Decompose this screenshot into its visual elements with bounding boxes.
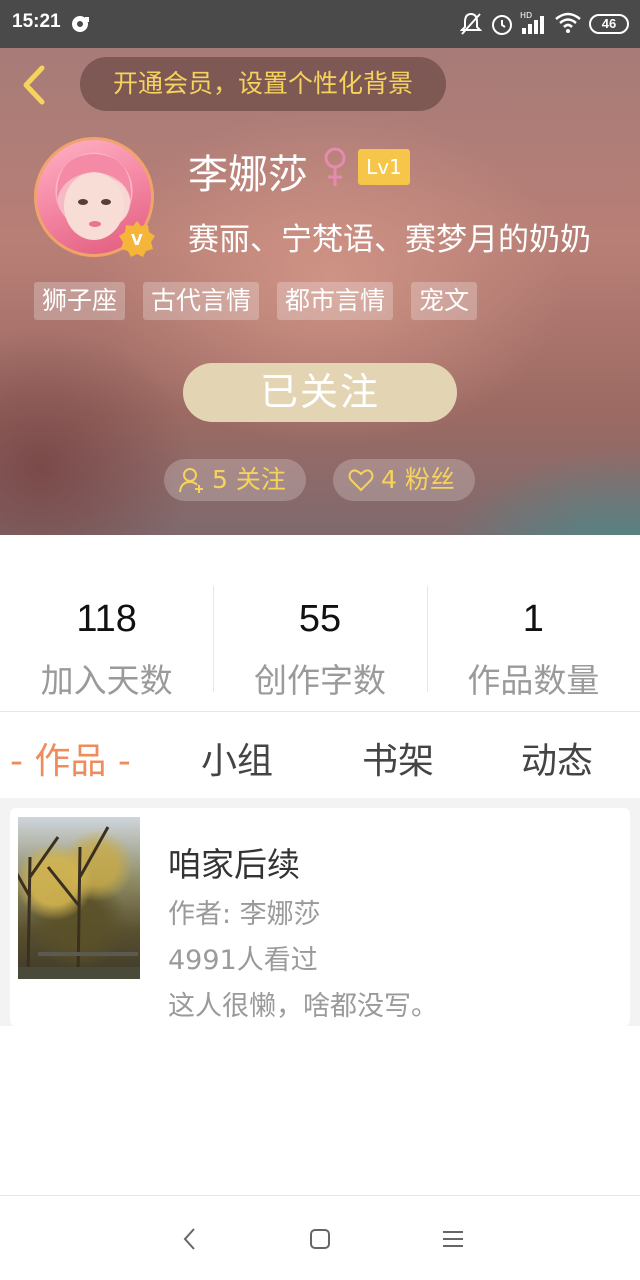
signature: 赛丽、宁梵语、赛梦月的奶奶	[188, 222, 591, 258]
profile-header: 开通会员，设置个性化背景 V 李娜莎 Lv1 赛丽、宁梵语、赛梦月的奶奶 狮子座…	[0, 48, 640, 535]
profile-stats: 118 加入天数 55 创作字数 1 作品数量	[0, 586, 640, 700]
fans-count-label: 4 粉丝	[381, 465, 455, 494]
tag-list: 狮子座 古代言情 都市言情 宠文	[34, 282, 478, 320]
vip-upgrade-banner[interactable]: 开通会员，设置个性化背景	[80, 57, 446, 111]
mute-icon	[460, 12, 482, 35]
status-bar: 15:21 HD 46	[0, 0, 640, 48]
stat-label: 创作字数	[253, 661, 386, 700]
stat-works-count: 1 作品数量	[426, 586, 640, 700]
profile-tabs: - 作品 - 小组 书架 动态	[0, 712, 640, 798]
stat-value: 1	[522, 598, 544, 640]
system-nav-bar	[0, 1195, 640, 1280]
battery-icon: 46	[589, 14, 629, 34]
tab-bookshelf[interactable]: 书架	[362, 732, 434, 784]
tab-feed[interactable]: 动态	[521, 732, 593, 784]
nickname: 李娜莎	[188, 152, 308, 198]
back-arrow-icon[interactable]	[18, 64, 52, 106]
music-app-icon	[72, 16, 89, 32]
tag-item: 古代言情	[143, 282, 260, 320]
tab-group[interactable]: 小组	[201, 732, 273, 784]
work-card[interactable]: 咱家后续 作者: 李娜莎 4991人看过 这人很懒，啥都没写。	[10, 808, 630, 1026]
fans-count-button[interactable]: 4 粉丝	[333, 459, 475, 501]
stat-days-joined: 118 加入天数	[0, 586, 213, 700]
book-cover-image	[18, 817, 140, 979]
stat-value: 55	[298, 598, 342, 640]
nav-back-icon[interactable]	[175, 1224, 205, 1254]
following-count-button[interactable]: 5 关注	[164, 459, 306, 501]
tag-item: 狮子座	[34, 282, 126, 320]
svg-text:HD: HD	[520, 11, 532, 20]
followed-button[interactable]: 已关注	[183, 363, 457, 422]
verified-badge-icon: V	[119, 221, 155, 257]
tag-item: 宠文	[411, 282, 478, 320]
svg-text:V: V	[131, 231, 143, 249]
female-gender-icon	[324, 147, 346, 186]
level-badge: Lv1	[358, 149, 410, 185]
works-list: 咱家后续 作者: 李娜莎 4991人看过 这人很懒，啥都没写。	[0, 798, 640, 1026]
book-author: 作者: 李娜莎	[168, 899, 321, 930]
nav-home-icon[interactable]	[305, 1224, 335, 1254]
wifi-icon	[555, 12, 581, 33]
stat-word-count: 55 创作字数	[213, 586, 426, 700]
tag-item: 都市言情	[277, 282, 394, 320]
tab-works[interactable]: - 作品 -	[10, 732, 131, 784]
book-title: 咱家后续	[168, 845, 300, 884]
stat-label: 作品数量	[467, 661, 600, 700]
book-views: 4991人看过	[168, 945, 318, 976]
heart-icon	[348, 469, 374, 492]
book-description: 这人很懒，啥都没写。	[168, 991, 438, 1022]
following-count-label: 5 关注	[212, 465, 286, 494]
stat-value: 118	[76, 598, 137, 640]
hd-signal-icon: HD	[520, 11, 544, 34]
status-time: 15:21	[12, 11, 61, 32]
stat-label: 加入天数	[40, 661, 173, 700]
nav-menu-icon[interactable]	[438, 1224, 468, 1254]
user-add-icon	[179, 468, 203, 493]
alarm-icon	[492, 15, 512, 35]
